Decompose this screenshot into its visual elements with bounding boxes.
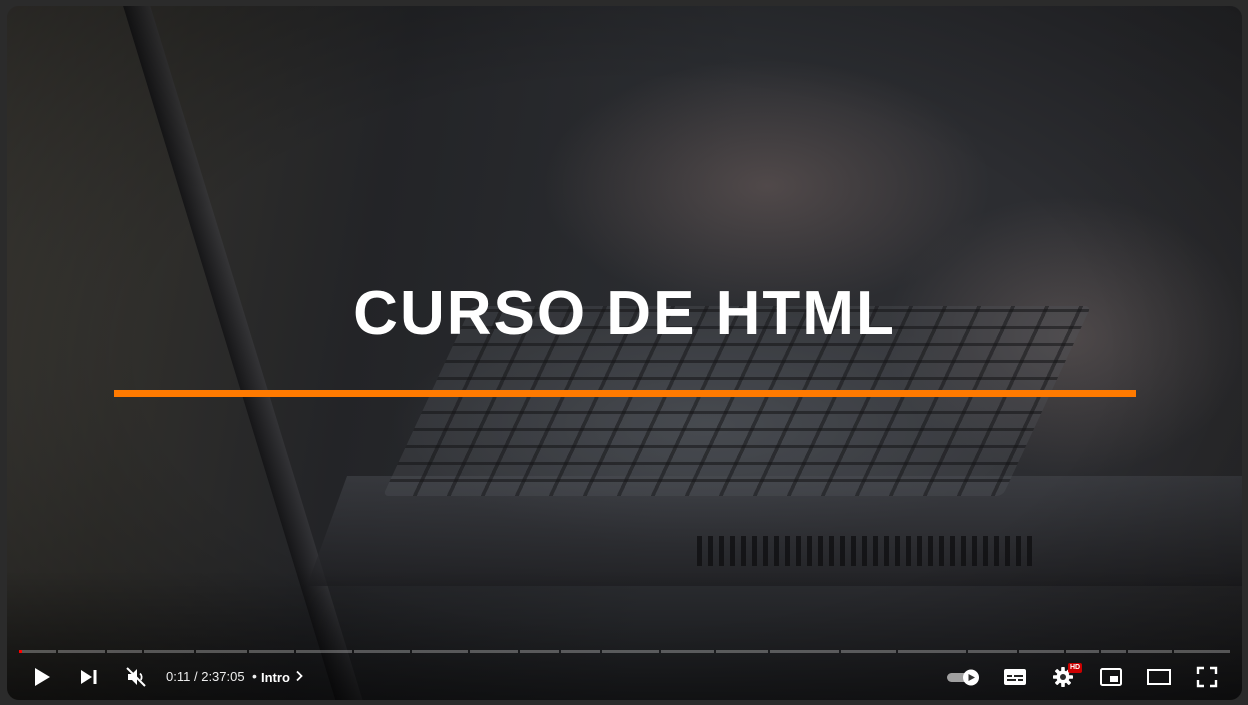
progress-chapter-segment[interactable] [716,650,768,653]
subtitles-button[interactable] [1001,663,1029,691]
progress-chapter-segment[interactable] [106,650,142,653]
time-separator: / [193,669,198,684]
theater-mode-icon [1146,668,1172,686]
progress-chapter-segment[interactable] [898,650,967,653]
progress-played [19,650,22,653]
progress-chapter-segment[interactable] [248,650,295,653]
miniplayer-button[interactable] [1097,663,1125,691]
progress-bar[interactable] [19,650,1231,653]
next-icon [79,667,99,687]
progress-chapter-segment[interactable] [469,650,519,653]
current-time: 0:11 [166,669,191,684]
progress-chapter-segment[interactable] [1066,650,1099,653]
progress-chapter-segment[interactable] [520,650,560,653]
progress-chapter-segment[interactable] [1100,650,1126,653]
progress-chapter-segment[interactable] [412,650,468,653]
chapter-button[interactable]: Intro [261,666,304,688]
autoplay-toggle-icon [946,667,982,687]
fullscreen-icon [1196,666,1218,688]
progress-chapter-segment[interactable] [769,650,839,653]
progress-chapter-segment[interactable] [1127,650,1172,653]
video-player[interactable]: CURSO DE HTML 0:11 / 2:37:05 • Intro HD [7,6,1242,700]
subtitles-icon [1003,667,1027,687]
fullscreen-button[interactable] [1193,663,1221,691]
progress-chapter-segment[interactable] [1018,650,1065,653]
chapter-label: Intro [261,669,290,685]
autoplay-toggle[interactable] [945,663,983,691]
progress-chapter-segment[interactable] [968,650,1017,653]
volume-muted-icon [125,666,147,688]
progress-chapter-segment[interactable] [840,650,897,653]
theater-mode-button[interactable] [1145,663,1173,691]
progress-chapter-segment[interactable] [602,650,659,653]
play-icon [32,666,52,688]
next-button[interactable] [75,663,103,691]
video-title-overlay: CURSO DE HTML [353,279,896,348]
miniplayer-icon [1099,667,1123,687]
progress-chapter-segment[interactable] [1173,650,1231,653]
progress-chapter-segment[interactable] [196,650,247,653]
time-display: 0:11 / 2:37:05 [166,669,245,684]
title-underline [114,390,1136,397]
progress-chapter-segment[interactable] [296,650,352,653]
progress-chapter-segment[interactable] [19,650,56,653]
mute-button[interactable] [122,663,150,691]
play-button[interactable] [28,663,56,691]
chapter-bullet: • [252,668,257,684]
progress-chapter-segment[interactable] [353,650,411,653]
hd-badge: HD [1068,663,1083,673]
duration: 2:37:05 [201,669,245,684]
progress-chapter-segment[interactable] [561,650,601,653]
progress-chapter-segment[interactable] [57,650,105,653]
player-controls: 0:11 / 2:37:05 • Intro HD [7,656,1242,698]
progress-chapter-segment[interactable] [143,650,195,653]
progress-chapter-segment[interactable] [660,650,715,653]
chevron-right-icon [294,670,304,685]
